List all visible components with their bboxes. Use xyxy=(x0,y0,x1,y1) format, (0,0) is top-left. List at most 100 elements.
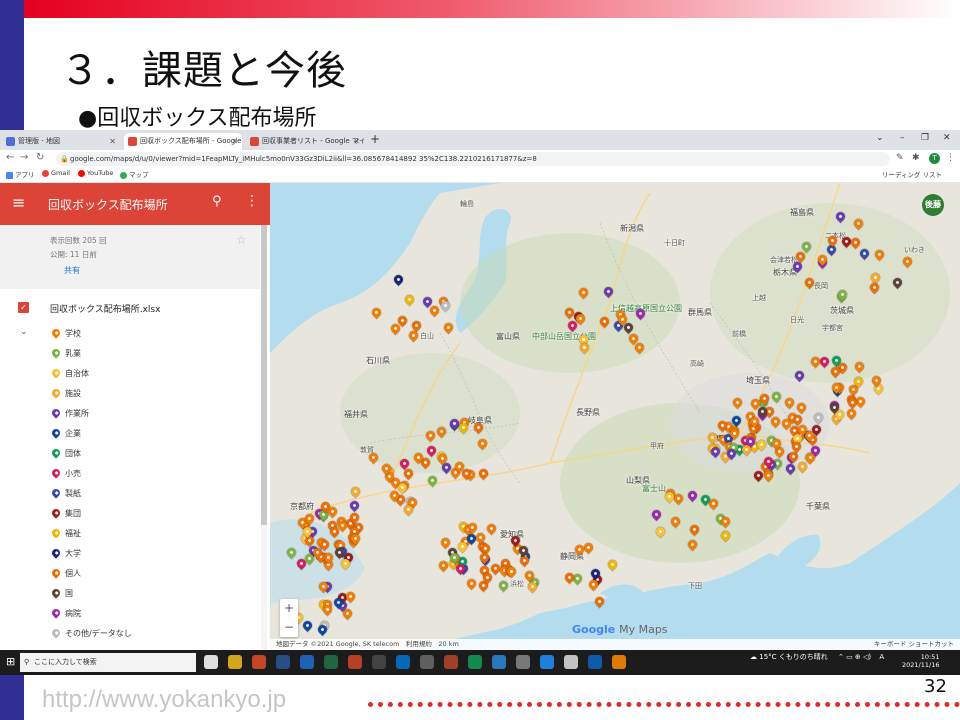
chevron-down-icon[interactable]: ⌄ xyxy=(20,327,28,337)
app-icon[interactable] xyxy=(348,655,362,669)
app-icon[interactable] xyxy=(396,655,410,669)
sidebar-header: ≡ 回収ボックス配布場所 ⚲ ⋮ xyxy=(0,183,270,225)
app-icon[interactable] xyxy=(420,655,434,669)
task-view-icon[interactable] xyxy=(204,655,218,669)
search-icon[interactable]: ⚲ xyxy=(212,194,222,209)
slide-title: ３．課題と今後 xyxy=(60,48,347,94)
tray-icons[interactable]: ⌃ ▭ ⊕ ◁) xyxy=(838,653,871,661)
bookmark-apps[interactable]: アプリ xyxy=(6,169,35,179)
user-location-badge[interactable]: 後藤 xyxy=(922,194,944,216)
marker-pin-icon xyxy=(50,327,62,339)
legend-label: 国 xyxy=(65,589,73,598)
lock-icon: 🔒 xyxy=(60,155,69,163)
edge-icon[interactable] xyxy=(564,655,578,669)
legend-label: 福祉 xyxy=(65,529,81,538)
star-icon[interactable]: ☆ xyxy=(236,233,247,247)
app-icon[interactable] xyxy=(372,655,386,669)
back-arrow-icon[interactable]: ← xyxy=(6,152,14,163)
map-place-label: 富士山 xyxy=(642,484,666,493)
tab-0[interactable]: 管理版 - 地図 ✕ xyxy=(2,133,120,150)
app-icon[interactable] xyxy=(468,655,482,669)
legend-label: その他/データなし xyxy=(65,629,132,638)
layer-row[interactable]: ✓ 回収ボックス配布場所.xlsx xyxy=(18,301,258,317)
ime-indicator[interactable]: A xyxy=(879,653,884,661)
map-place-label: 高崎 xyxy=(690,360,704,368)
map-place-label: 京都府 xyxy=(290,502,314,511)
app-icon[interactable] xyxy=(228,655,242,669)
map-place-label: 宇都宮 xyxy=(822,324,843,332)
address-row: ← → ↻ 🔒 google.com/maps/d/u/0/viewer?mid… xyxy=(0,150,960,169)
forward-arrow-icon[interactable]: → xyxy=(20,152,28,163)
minimize-button[interactable]: – xyxy=(900,133,905,143)
legend-label: 製紙 xyxy=(65,489,81,498)
map-place-label: 福井県 xyxy=(344,410,368,419)
map-place-label: 輪島 xyxy=(460,200,474,208)
tab-favicon-icon xyxy=(128,137,137,146)
map-canvas[interactable]: 輪島 新潟県 十日町 福島県 二本松 会津若松 いわき 栃木県 上信越高原国立公園 群馬県 茨城県富… xyxy=(270,183,960,650)
hamburger-menu-icon[interactable]: ≡ xyxy=(12,193,25,212)
menu-dots-icon[interactable]: ⋮ xyxy=(946,153,955,163)
weather-text[interactable]: 15°C くもりのち晴れ xyxy=(759,653,828,661)
app-icon[interactable] xyxy=(444,655,458,669)
profile-avatar[interactable]: T xyxy=(929,153,940,164)
app-icon[interactable] xyxy=(300,655,314,669)
marker-pin-icon xyxy=(50,387,62,399)
layer-checkbox[interactable]: ✓ xyxy=(18,302,29,313)
app-icon[interactable] xyxy=(252,655,266,669)
word-icon[interactable] xyxy=(324,655,338,669)
scrollbar-thumb[interactable] xyxy=(261,225,267,525)
page-number: 32 xyxy=(924,676,947,697)
sidebar-scrollbar[interactable] xyxy=(261,225,267,650)
extension-icon[interactable]: ✎ xyxy=(896,153,904,163)
tab-1[interactable]: 回収ボックス配布場所 - Google マ ✕ xyxy=(124,133,242,150)
map-place-label: 日光 xyxy=(790,316,804,324)
reading-list-button[interactable]: リーディング リスト xyxy=(882,169,942,179)
map-place-label: 福島県 xyxy=(790,208,814,217)
legend-label: 大学 xyxy=(65,549,81,558)
address-url: google.com/maps/d/u/0/viewer?mid=1FeapML… xyxy=(70,155,537,163)
apps-icon xyxy=(6,171,13,179)
slide-top-gradient xyxy=(24,0,960,18)
maximize-button[interactable]: ❐ xyxy=(921,133,929,143)
chrome-icon[interactable] xyxy=(612,655,626,669)
outlook-icon[interactable] xyxy=(492,655,506,669)
clock-time: 10:51 xyxy=(920,653,940,661)
tab-2[interactable]: 回収事業者リスト - Google マイマ ✕ xyxy=(246,133,364,150)
app-icon[interactable] xyxy=(588,655,602,669)
map-attribution: 地図データ ©2021 Google, SK telecom 利用規約 20 k… xyxy=(270,639,960,650)
chrome-icon[interactable] xyxy=(516,655,530,669)
taskbar-clock[interactable]: 10:51 2021/11/16 xyxy=(902,653,939,669)
app-icon[interactable] xyxy=(540,655,554,669)
bookmark-maps[interactable]: マップ xyxy=(120,169,149,179)
map-place-label: 甲府 xyxy=(650,442,664,450)
reload-icon[interactable]: ↻ xyxy=(36,152,44,163)
share-link[interactable]: 共有 xyxy=(64,265,80,276)
zoom-out-button[interactable]: − xyxy=(280,618,298,637)
tab-search-icon[interactable]: ⌄ xyxy=(876,133,884,143)
system-tray: ☁ 15°C くもりのち晴れ ⌃ ▭ ⊕ ◁) A xyxy=(750,652,884,662)
new-tab-button[interactable]: + xyxy=(370,132,380,146)
zoom-in-button[interactable]: + xyxy=(280,599,298,618)
app-icon[interactable] xyxy=(276,655,290,669)
legend-label: 自治体 xyxy=(65,369,89,378)
keyboard-shortcuts-link[interactable]: キーボード ショートカット xyxy=(874,639,954,650)
windows-start-icon[interactable]: ⊞ xyxy=(6,655,15,668)
tab-close-icon[interactable]: ✕ xyxy=(109,133,116,150)
map-place-label: 浜松 xyxy=(510,580,524,588)
bookmark-youtube[interactable]: YouTube xyxy=(78,169,113,177)
marker-pin-icon xyxy=(50,507,62,519)
marker-pin-icon xyxy=(50,467,62,479)
puzzle-icon[interactable]: ✱ xyxy=(912,153,920,163)
address-bar[interactable]: 🔒 google.com/maps/d/u/0/viewer?mid=1Feap… xyxy=(56,152,890,166)
taskbar-search-box[interactable]: ⚲ ここに入力して検索 xyxy=(20,653,196,672)
google-my-maps-logo: Google My Maps xyxy=(572,623,668,636)
tab-close-icon[interactable]: ✕ xyxy=(353,133,360,150)
legend-label: 集団 xyxy=(65,509,81,518)
marker-pin-icon xyxy=(50,587,62,599)
close-window-button[interactable]: ✕ xyxy=(943,133,951,143)
footer-url: http://www.yokankyo.jp xyxy=(42,686,287,713)
bookmark-gmail[interactable]: Gmail xyxy=(42,169,70,177)
more-vert-icon[interactable]: ⋮ xyxy=(245,193,259,209)
legend-label: 個人 xyxy=(65,569,81,578)
tab-close-icon[interactable]: ✕ xyxy=(231,133,238,150)
